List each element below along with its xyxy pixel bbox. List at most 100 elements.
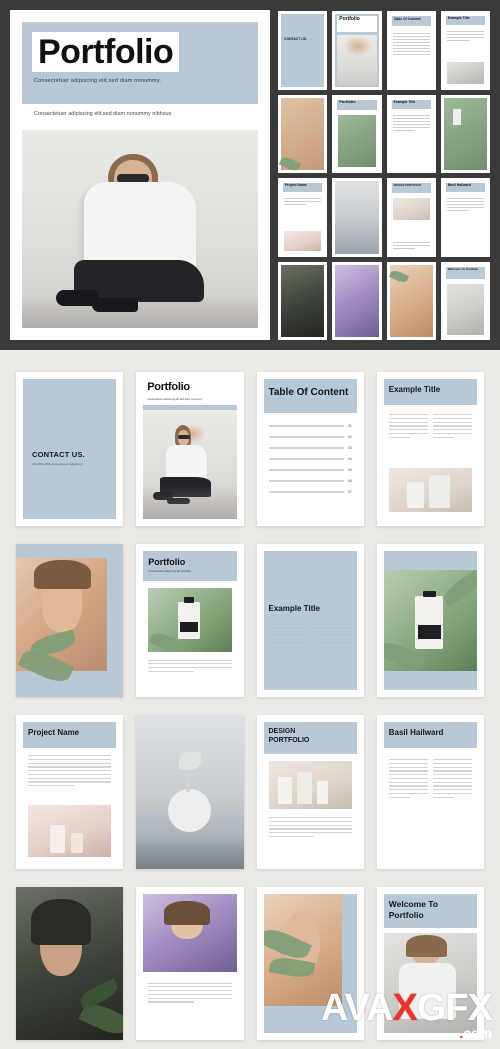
- page-basil-hailward[interactable]: Basil Hailward: [376, 715, 484, 869]
- page-example-title[interactable]: Example Title: [376, 372, 484, 526]
- thumb-label: DESIGN PORTFOLIO: [393, 183, 422, 187]
- thumb-example-title[interactable]: Example Title: [440, 11, 490, 90]
- cover-preview: Portfolio Consectetuer adipiscing elit,s…: [10, 10, 270, 340]
- page-title: Portfolio: [147, 381, 190, 393]
- page-bottle-green[interactable]: [376, 543, 484, 697]
- watermark-x: X: [392, 987, 418, 1029]
- page-table-of-content[interactable]: Table Of Content 01 02 03 04 05 06 07: [256, 372, 364, 526]
- thumb-label: Welcome To Portfolio: [447, 266, 479, 271]
- page-photo: [143, 410, 237, 519]
- toc-row: 01: [268, 424, 352, 428]
- page-subtext: 306.555.0556 consectetuer adipiscing: [32, 462, 83, 466]
- page-dark-portrait[interactable]: [16, 886, 124, 1040]
- page-title: DESIGN PORTFOLIO: [268, 728, 310, 744]
- page-subtext: Consectetuer adipiscing elit,sed diam no…: [147, 398, 203, 401]
- cover-subtitle-2: Consectetuer adipiscing elit,sed diam no…: [34, 111, 172, 117]
- thumb-label: Project Name: [285, 183, 307, 187]
- thumb-example-title-2[interactable]: Example Title: [386, 94, 436, 173]
- page-photo: [268, 761, 352, 809]
- page-photo: [136, 715, 244, 869]
- page-vase[interactable]: [136, 715, 244, 869]
- thumb-portfolio-cover[interactable]: Portfolio: [332, 11, 382, 90]
- toc-page-number: 04: [347, 457, 352, 461]
- toc-row: 02: [268, 435, 352, 439]
- toc-page-number: 03: [347, 446, 352, 450]
- watermark-ava: AVA: [320, 987, 394, 1029]
- thumb-vase[interactable]: [332, 178, 382, 257]
- page-photo: [143, 893, 237, 972]
- toc-page-number: 06: [347, 479, 352, 483]
- page-photo: [28, 804, 112, 857]
- toc-row: 06: [268, 479, 352, 483]
- page-face-leaf[interactable]: [16, 543, 124, 697]
- page-photo: [16, 886, 124, 1040]
- text-column: [432, 759, 472, 801]
- cover-photo: [22, 130, 258, 328]
- thumb-label: CONTACT US.: [284, 37, 307, 41]
- page-previews-section: CONTACT US. 306.555.0556 consectetuer ad…: [0, 350, 500, 1049]
- thumbnail-strip: CONTACT US. Portfolio Table Of Content E…: [278, 10, 490, 340]
- page-title: Welcome To Portfolio: [388, 898, 439, 920]
- toc-page-number: 05: [347, 468, 352, 472]
- thumb-welcome[interactable]: Welcome To Portfolio: [440, 261, 490, 340]
- toc-page-number: 07: [347, 490, 352, 494]
- page-design-portfolio[interactable]: DESIGN PORTFOLIO: [256, 715, 364, 869]
- thumb-label: Example Title: [393, 99, 416, 104]
- text-column: [388, 414, 428, 440]
- page-example-title-2[interactable]: Example Title: [256, 543, 364, 697]
- page-photo: [383, 569, 477, 671]
- watermark-gfx: GFX: [416, 987, 493, 1029]
- toc-list: 01 02 03 04 05 06 07: [268, 424, 352, 501]
- page-photo: [388, 467, 472, 512]
- hero-section: Portfolio Consectetuer adipiscing elit,s…: [0, 0, 500, 350]
- thumb-label: Portfolio: [339, 98, 356, 104]
- page-subtext: Consectetuer adipiscing elit sed diam: [148, 569, 192, 573]
- thumb-table-of-content[interactable]: Table Of Content: [386, 11, 436, 90]
- watermark-main: AVAXGFX: [320, 987, 493, 1029]
- watermark-com: com: [463, 1025, 492, 1041]
- thumb-label: Example Title: [447, 16, 470, 20]
- thumb-dark-portrait[interactable]: [278, 261, 328, 340]
- page-project-name[interactable]: Project Name: [16, 715, 124, 869]
- thumb-skin-leaf[interactable]: [386, 261, 436, 340]
- thumb-purple-portrait[interactable]: [332, 261, 382, 340]
- page-purple-portrait[interactable]: [136, 886, 244, 1040]
- thumb-face-leaf[interactable]: [278, 94, 328, 173]
- thumb-label: Basil Hailward: [447, 183, 471, 187]
- page-title: Basil Hailward: [388, 728, 444, 737]
- text-column: [432, 414, 472, 440]
- cover-subtitle-1: Consectetuer adipiscing elit,sed diam no…: [34, 78, 162, 84]
- thumb-design-portfolio[interactable]: DESIGN PORTFOLIO: [386, 178, 436, 257]
- page-portfolio-cover[interactable]: Portfolio Consectetuer adipiscing elit,s…: [136, 372, 244, 526]
- page-title: CONTACT US.: [32, 450, 85, 459]
- page-title: Table Of Content: [268, 387, 349, 398]
- page-photo: [148, 587, 232, 652]
- toc-row: 07: [268, 490, 352, 494]
- toc-page-number: 01: [347, 424, 352, 428]
- toc-page-number: 02: [347, 435, 352, 439]
- model-shoe-right: [92, 298, 138, 312]
- toc-row: 04: [268, 457, 352, 461]
- toc-row: 03: [268, 446, 352, 450]
- page-title: Example Title: [268, 603, 320, 613]
- toc-row: 05: [268, 468, 352, 472]
- thumb-contact-us[interactable]: CONTACT US.: [278, 11, 328, 90]
- cover-title: Portfolio: [32, 32, 180, 72]
- page-title: Portfolio: [148, 556, 186, 567]
- page-title: Project Name: [28, 728, 80, 737]
- page-grid: CONTACT US. 306.555.0556 consectetuer ad…: [16, 372, 484, 1040]
- page-contact-us[interactable]: CONTACT US. 306.555.0556 consectetuer ad…: [16, 372, 124, 526]
- page-title: Example Title: [388, 385, 441, 394]
- watermark: AVAXGFX .com: [320, 987, 493, 1043]
- thumb-project-name[interactable]: Project Name: [278, 178, 328, 257]
- thumb-portfolio-green[interactable]: Portfolio: [332, 94, 382, 173]
- text-column: [388, 759, 428, 801]
- thumb-label: Portfolio: [339, 16, 360, 22]
- text-column: [312, 623, 352, 658]
- thumb-label: Table Of Content: [393, 17, 421, 21]
- thumb-bottle-green[interactable]: [440, 94, 490, 173]
- page-portfolio-green[interactable]: Portfolio Consectetuer adipiscing elit s…: [136, 543, 244, 697]
- text-column: [268, 623, 308, 658]
- portfolio-template-preview: Portfolio Consectetuer adipiscing elit,s…: [0, 0, 500, 1049]
- thumb-basil-hailward[interactable]: Basil Hailward: [440, 178, 490, 257]
